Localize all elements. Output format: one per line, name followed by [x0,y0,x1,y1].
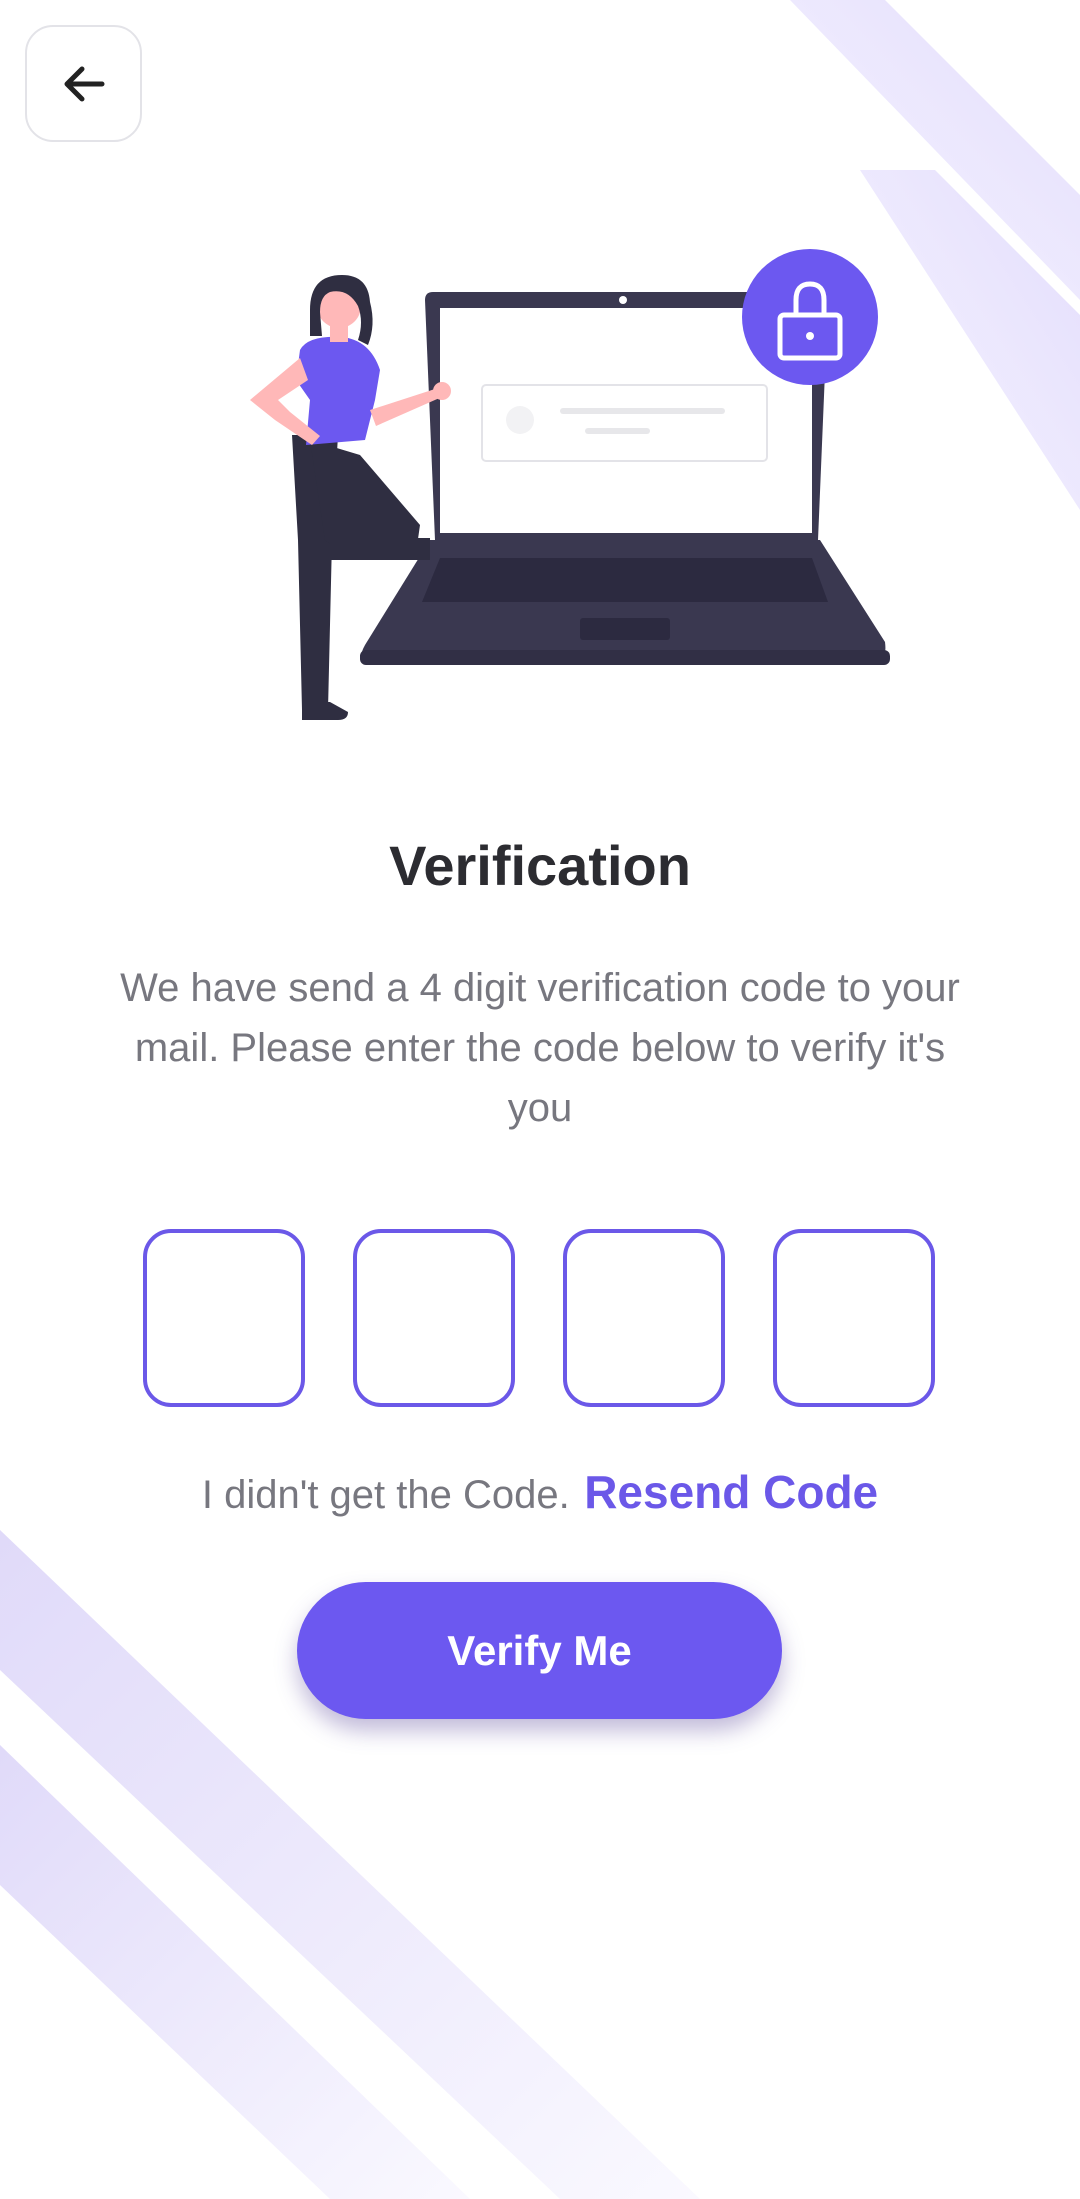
code-digit-4[interactable] [773,1229,935,1407]
lock-icon [742,249,878,385]
resend-prompt: I didn't get the Code. [201,1473,570,1517]
code-digit-2[interactable] [353,1229,515,1407]
page-title: Verification [389,834,691,897]
resend-code-link[interactable]: Resend Code [584,1466,878,1518]
verify-button[interactable]: Verify Me [297,1582,782,1719]
verification-description: We have send a 4 digit verification code… [120,966,960,1130]
code-digit-1[interactable] [143,1229,305,1407]
stripe-top-right-2 [860,170,1080,510]
stripe-bottom-left-2 [0,1745,470,2199]
back-button[interactable] [25,25,142,142]
person-with-laptop-illustration [250,249,890,720]
verification-code-inputs [143,1229,937,1409]
arrow-left-icon [64,66,104,101]
resend-row: I didn't get the Code. Resend Code [0,1458,1080,1538]
code-digit-3[interactable] [563,1229,725,1407]
